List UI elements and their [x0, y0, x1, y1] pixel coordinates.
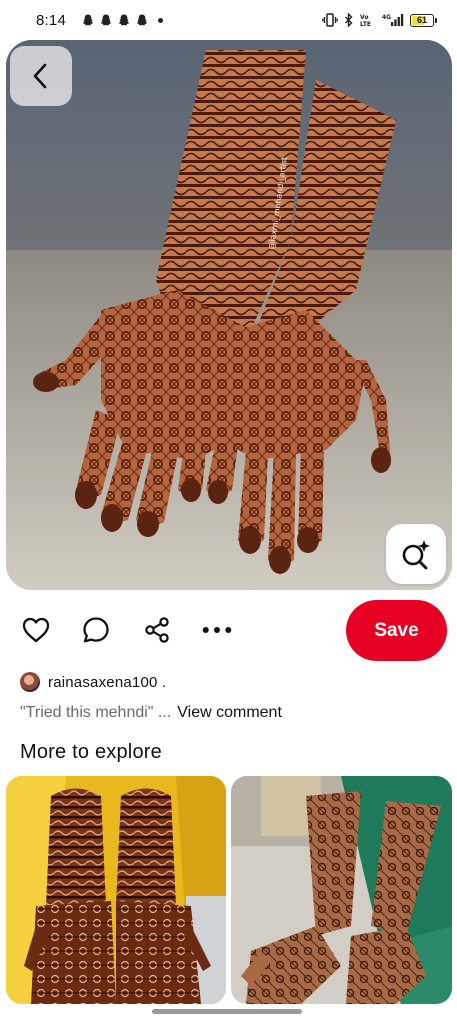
username[interactable]: rainasaxena100 . [48, 674, 166, 691]
more-to-explore-heading: More to explore [20, 741, 162, 763]
bluetooth-icon [345, 13, 353, 27]
view-comment-link[interactable]: View comment [177, 704, 282, 722]
mehndi-hands-photo: @laxmi_mehandi_artist [6, 40, 452, 590]
snapchat-icon [136, 14, 148, 25]
lens-sparkle-icon [402, 540, 430, 570]
status-time: 8:14 [36, 11, 66, 29]
battery-level: 61 [416, 15, 427, 25]
related-pin-image [231, 776, 452, 1004]
home-indicator[interactable] [152, 1009, 302, 1014]
more-options-button[interactable] [201, 614, 233, 646]
save-button[interactable]: Save [346, 600, 447, 661]
share-button[interactable] [141, 614, 173, 646]
related-pin-image [6, 776, 226, 1004]
battery-icon: 61 [410, 13, 437, 27]
comment-preview[interactable]: "Tried this mehndi" ... View comment [20, 704, 282, 722]
snapchat-icon [100, 14, 112, 25]
svg-text:LTE: LTE [360, 21, 371, 27]
system-icons: Vo LTE 4G 61 [322, 13, 437, 27]
notification-icons [82, 14, 163, 27]
related-pin-card[interactable] [6, 776, 226, 1004]
vibrate-icon [322, 13, 338, 27]
visual-search-button[interactable] [386, 524, 446, 584]
chevron-left-icon [33, 63, 47, 89]
snapchat-icon [82, 14, 94, 25]
comment-icon [83, 617, 109, 643]
share-icon [145, 617, 169, 643]
pin-actions: Save [0, 600, 457, 662]
like-button[interactable] [20, 614, 52, 646]
comment-button[interactable] [80, 614, 112, 646]
avatar[interactable] [20, 672, 40, 692]
back-button[interactable] [10, 46, 72, 106]
pin-image[interactable]: @laxmi_mehandi_artist [6, 40, 452, 590]
svg-text:4G: 4G [382, 14, 391, 21]
related-pin-card[interactable] [231, 776, 452, 1004]
pin-creator[interactable]: rainasaxena100 . [20, 670, 166, 694]
snapchat-icon [118, 14, 130, 25]
heart-icon [22, 617, 50, 643]
svg-text:Vo: Vo [360, 14, 368, 21]
more-notifications-dot [158, 17, 163, 23]
more-icon [202, 626, 232, 634]
signal-icon: 4G [382, 14, 404, 26]
comment-text: "Tried this mehndi" ... [20, 704, 172, 721]
status-bar: 8:14 Vo LTE 4G 61 [0, 0, 457, 40]
volte-icon: VoLTE [360, 14, 371, 27]
